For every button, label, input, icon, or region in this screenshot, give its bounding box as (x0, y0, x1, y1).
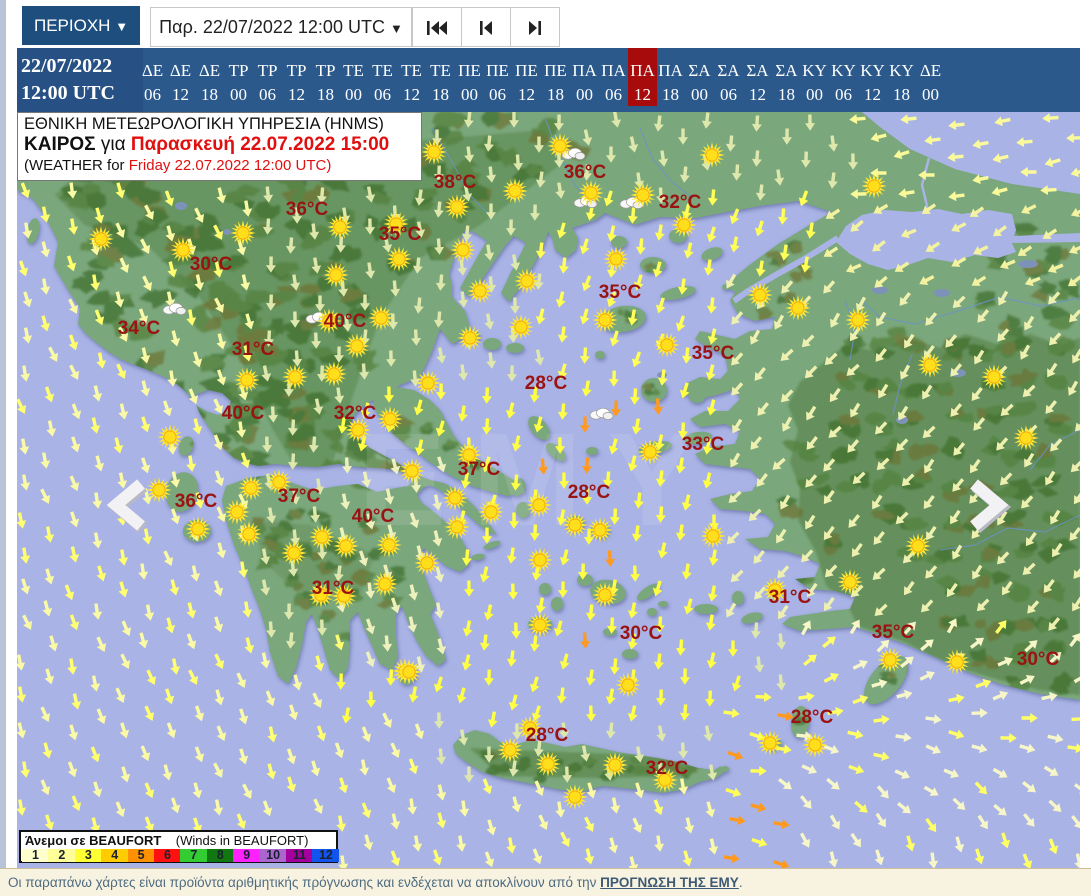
svg-text:32°C: 32°C (646, 758, 689, 779)
svg-text:28°C: 28°C (526, 725, 569, 746)
svg-text:40°C: 40°C (324, 311, 367, 332)
svg-text:31°C: 31°C (312, 578, 355, 599)
svg-text:36°C: 36°C (286, 199, 329, 220)
svg-text:31°C: 31°C (769, 587, 812, 608)
svg-text:40°C: 40°C (352, 506, 395, 527)
svg-text:40°C: 40°C (222, 403, 265, 424)
svg-text:38°C: 38°C (434, 172, 477, 193)
svg-text:36°C: 36°C (564, 162, 607, 183)
svg-text:32°C: 32°C (334, 403, 377, 424)
svg-text:36°C: 36°C (175, 491, 218, 512)
svg-text:35°C: 35°C (599, 282, 642, 303)
svg-text:34°C: 34°C (118, 318, 161, 339)
svg-text:35°C: 35°C (692, 343, 735, 364)
svg-text:37°C: 37°C (458, 459, 501, 480)
svg-text:35°C: 35°C (872, 622, 915, 643)
svg-text:32°C: 32°C (659, 192, 702, 213)
svg-text:30°C: 30°C (1017, 649, 1060, 670)
svg-text:35°C: 35°C (379, 224, 422, 245)
svg-text:33°C: 33°C (682, 434, 725, 455)
svg-text:30°C: 30°C (190, 254, 233, 275)
svg-text:37°C: 37°C (278, 486, 321, 507)
svg-text:28°C: 28°C (791, 707, 834, 728)
svg-text:31°C: 31°C (232, 339, 275, 360)
svg-text:28°C: 28°C (568, 482, 611, 503)
svg-text:28°C: 28°C (525, 373, 568, 394)
svg-text:30°C: 30°C (620, 623, 663, 644)
